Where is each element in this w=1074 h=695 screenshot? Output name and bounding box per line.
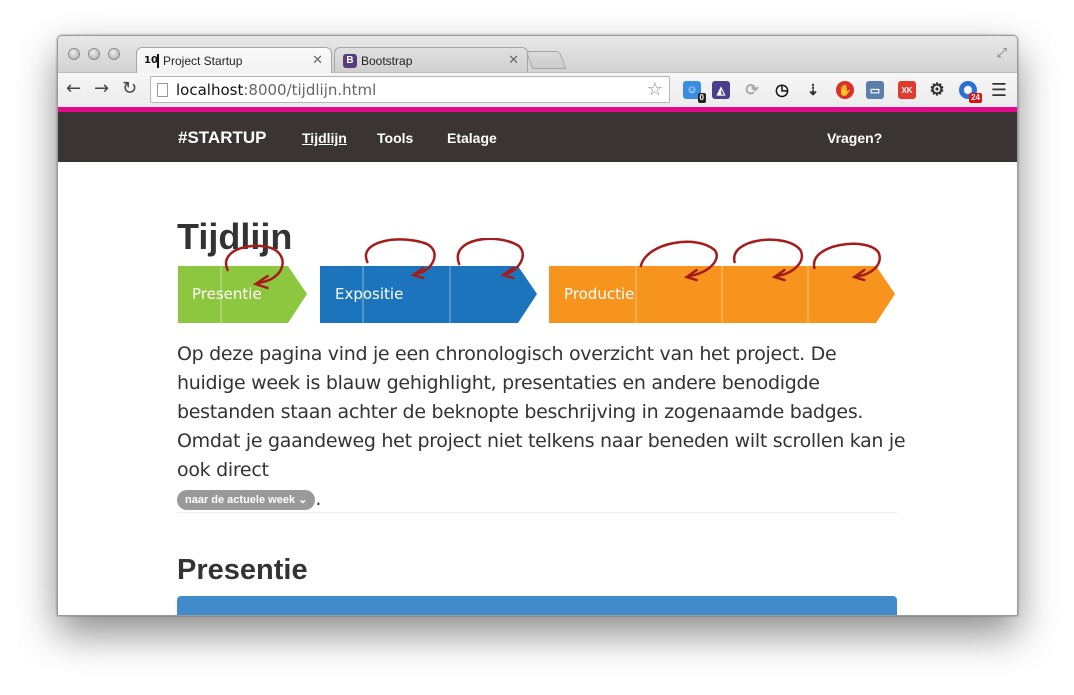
extension-badge: 0: [697, 93, 706, 103]
extension-badge: 24: [969, 93, 982, 103]
site-navbar: #STARTUP Tijdlijn Tools Etalage Vragen?: [58, 112, 1017, 162]
nav-link-vragen[interactable]: Vragen?: [827, 130, 882, 146]
bookmark-star-icon[interactable]: ☆: [647, 79, 663, 100]
tab-favicon-10: 10: [144, 53, 159, 68]
intro-text: Op deze pagina vind je een chronologisch…: [177, 343, 906, 481]
section-divider: [177, 512, 897, 513]
settings-extension-icon[interactable]: ✺ 24: [959, 81, 982, 103]
chevron-down-icon: ⌄: [298, 494, 308, 506]
tab-bootstrap[interactable]: B Bootstrap ✕: [334, 47, 528, 73]
url-host: localhost: [176, 80, 244, 99]
xk-off-icon[interactable]: XK: [898, 81, 916, 99]
nav-link-etalage[interactable]: Etalage: [447, 130, 497, 146]
forward-icon[interactable]: →: [94, 78, 109, 99]
tab-project-startup[interactable]: 10 Project Startup ✕: [136, 47, 332, 73]
tab-title: Project Startup: [163, 53, 243, 68]
site-brand[interactable]: #STARTUP: [178, 128, 266, 148]
fullscreen-icon[interactable]: ⤢: [997, 45, 1007, 61]
address-bar[interactable]: localhost:8000/tijdlijn.html ☆: [150, 76, 670, 103]
browser-toolbar: ← → ↻ localhost:8000/tijdlijn.html ☆ ☺ 0 …: [58, 72, 1017, 107]
page-title: Tijdlijn: [177, 216, 293, 257]
menu-icon[interactable]: ☰: [991, 80, 1007, 101]
current-week-button[interactable]: naar de actuele week ⌄: [177, 490, 316, 510]
current-week-button-label: naar de actuele week: [185, 494, 296, 506]
nav-link-tijdlijn[interactable]: Tijdlijn: [302, 130, 347, 146]
intro-period: .: [315, 488, 322, 510]
gear-icon[interactable]: ⚙: [928, 80, 946, 99]
section-panel: [177, 596, 897, 615]
zoom-window-button[interactable]: [108, 48, 120, 60]
timeline: Presentie Expositie Productie: [58, 266, 1017, 326]
timeline-label-productie[interactable]: Productie: [564, 285, 634, 303]
tab-favicon-bootstrap: B: [343, 53, 357, 68]
adblock-icon[interactable]: ✋: [836, 81, 854, 99]
timeline-label-expositie[interactable]: Expositie: [335, 285, 403, 303]
url-path: :8000/tijdlijn.html: [243, 80, 377, 99]
page-icon: [157, 82, 168, 97]
download-icon[interactable]: ⇣: [804, 81, 822, 99]
tab-title: Bootstrap: [361, 53, 413, 68]
reload-icon[interactable]: ↻: [122, 78, 137, 99]
browser-window: 10 Project Startup ✕ B Bootstrap ✕ ⤢ ← →…: [57, 35, 1018, 616]
section-title: Presentie: [177, 554, 308, 586]
window-extension-icon[interactable]: ▭: [866, 81, 884, 99]
new-tab-button[interactable]: [525, 51, 567, 69]
close-tab-icon[interactable]: ✕: [508, 52, 519, 68]
back-icon[interactable]: ←: [66, 78, 81, 99]
timeline-label-presentie[interactable]: Presentie: [192, 285, 262, 303]
sync-icon[interactable]: ⟳: [743, 81, 761, 99]
minimize-window-button[interactable]: [88, 48, 100, 60]
close-tab-icon[interactable]: ✕: [312, 52, 323, 68]
timer-icon[interactable]: ◷: [773, 81, 791, 99]
page-viewport[interactable]: #STARTUP Tijdlijn Tools Etalage Vragen? …: [58, 112, 1017, 615]
close-window-button[interactable]: [68, 48, 80, 60]
nav-link-tools[interactable]: Tools: [377, 130, 413, 146]
extension-icon[interactable]: ◭: [712, 81, 730, 99]
intro-paragraph: Op deze pagina vind je een chronologisch…: [177, 340, 907, 514]
ghost-extension-icon[interactable]: ☺ 0: [683, 81, 706, 103]
tab-strip: 10 Project Startup ✕ B Bootstrap ✕ ⤢: [58, 36, 1017, 73]
